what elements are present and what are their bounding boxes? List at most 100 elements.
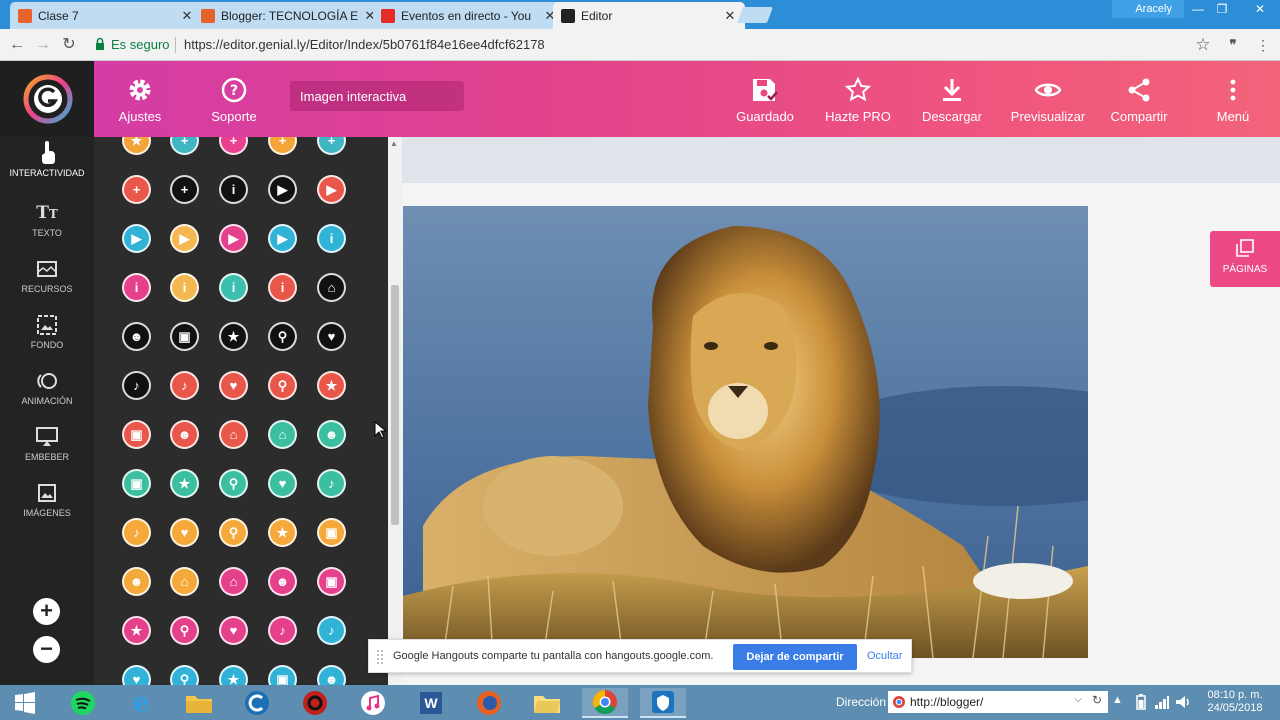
icon-option-info[interactable]: i <box>317 224 346 253</box>
icon-option-people[interactable]: ☻ <box>268 567 297 596</box>
preview-button[interactable]: Previsualizar <box>1003 75 1093 124</box>
drag-handle-icon[interactable] <box>377 650 383 664</box>
hide-notice-link[interactable]: Ocultar <box>867 650 902 662</box>
icon-option-home[interactable]: ⌂ <box>170 567 199 596</box>
icon-option-search[interactable]: ⚲ <box>170 665 199 685</box>
sidebar-item-imagenes[interactable]: IMÁGENES <box>0 481 94 518</box>
sidebar-item-fondo[interactable]: FONDO <box>0 313 94 350</box>
icon-option-info[interactable]: i <box>219 175 248 204</box>
icon-option-plus[interactable]: + <box>122 175 151 204</box>
taskbar-firefox[interactable] <box>466 688 512 718</box>
icon-option-plus[interactable]: + <box>219 137 248 155</box>
icon-option-plus[interactable]: + <box>317 137 346 155</box>
icon-option-people[interactable]: ☻ <box>317 420 346 449</box>
icon-option-image[interactable]: ▣ <box>122 469 151 498</box>
stop-sharing-button[interactable]: Dejar de compartir <box>733 644 857 670</box>
icon-option-image[interactable]: ▣ <box>122 420 151 449</box>
icon-option-image[interactable]: ▣ <box>268 665 297 685</box>
icon-option-home[interactable]: ⌂ <box>268 420 297 449</box>
taskbar-app-c[interactable] <box>234 688 280 718</box>
icon-option-home[interactable]: ⌂ <box>317 273 346 302</box>
icon-option-plus[interactable]: + <box>170 175 199 204</box>
icon-option-plus[interactable]: + <box>170 137 199 155</box>
back-icon[interactable]: ← <box>6 34 28 56</box>
icon-option-star[interactable]: ★ <box>122 616 151 645</box>
tab-close-icon[interactable]: ✕ <box>723 8 737 24</box>
settings-button[interactable]: Ajustes <box>95 75 185 124</box>
scrollbar-thumb[interactable] <box>391 285 399 525</box>
sidebar-item-embeber[interactable]: EMBEBER <box>0 425 94 462</box>
taskbar-spotify[interactable] <box>60 688 106 718</box>
icon-option-star[interactable]: ★ <box>122 137 151 155</box>
sidebar-item-animacion[interactable]: ANIMACIÓN <box>0 369 94 406</box>
icon-option-sound[interactable]: ♪ <box>170 371 199 400</box>
taskbar-chrome[interactable] <box>582 688 628 718</box>
taskbar-app-blue[interactable] <box>640 688 686 718</box>
volume-icon[interactable] <box>1175 694 1191 710</box>
chrome-menu-icon[interactable]: ⋮ <box>1252 34 1274 56</box>
taskbar-folder-2[interactable] <box>524 688 570 718</box>
taskbar-app-red[interactable] <box>292 688 338 718</box>
address-toolbar-input[interactable]: http://blogger/ ⌵ ↻ <box>888 691 1108 713</box>
slide-image-lion[interactable] <box>403 206 1088 658</box>
taskbar-file-explorer[interactable] <box>176 688 222 718</box>
icon-option-search[interactable]: ⚲ <box>268 371 297 400</box>
scroll-up-icon[interactable]: ▲ <box>390 139 398 148</box>
icon-option-info[interactable]: i <box>170 273 199 302</box>
pages-button[interactable]: PÁGINAS <box>1210 231 1280 287</box>
icon-option-people[interactable]: ☻ <box>122 567 151 596</box>
pro-button[interactable]: Hazte PRO <box>813 75 903 124</box>
icon-option-plus[interactable]: + <box>268 137 297 155</box>
icon-option-star[interactable]: ★ <box>268 518 297 547</box>
browser-tab[interactable]: Blogger: TECNOLOGÍA E ✕ <box>193 2 385 29</box>
icon-option-search[interactable]: ⚲ <box>219 518 248 547</box>
icon-option-heart[interactable]: ♥ <box>122 665 151 685</box>
icon-option-play[interactable]: ▶ <box>170 224 199 253</box>
icon-option-home[interactable]: ⌂ <box>219 567 248 596</box>
tray-expand-icon[interactable]: ▲ <box>1112 694 1123 706</box>
refresh-icon[interactable]: ↻ <box>1092 693 1102 707</box>
icon-option-info[interactable]: i <box>268 273 297 302</box>
url-input[interactable]: https://editor.genial.ly/Editor/Index/5b… <box>184 37 545 52</box>
icon-option-info[interactable]: i <box>122 273 151 302</box>
maximize-button[interactable]: ❐ <box>1208 0 1236 18</box>
download-button[interactable]: Descargar <box>907 75 997 124</box>
icon-option-people[interactable]: ☻ <box>122 322 151 351</box>
tab-close-icon[interactable]: ✕ <box>180 8 194 24</box>
sidebar-item-recursos[interactable]: RECURSOS <box>0 257 94 294</box>
dropdown-icon[interactable]: ⌵ <box>1074 694 1082 705</box>
icon-option-sound[interactable]: ♪ <box>122 518 151 547</box>
icon-option-search[interactable]: ⚲ <box>268 322 297 351</box>
forward-icon[interactable]: → <box>32 34 54 56</box>
signal-icon[interactable] <box>1154 694 1170 710</box>
browser-tab[interactable]: Editor ✕ <box>553 2 745 29</box>
icon-option-heart[interactable]: ♥ <box>219 616 248 645</box>
menu-button[interactable]: Menú <box>1188 75 1278 124</box>
support-button[interactable]: ? Soporte <box>189 75 279 124</box>
mode-title[interactable]: Imagen interactiva <box>290 81 464 111</box>
browser-tab[interactable]: Clase 7 ✕ <box>10 2 202 29</box>
panel-scrollbar[interactable]: ▲ <box>388 137 402 685</box>
icon-option-star[interactable]: ★ <box>170 469 199 498</box>
sidebar-item-texto[interactable]: TT TEXTO <box>0 201 94 238</box>
battery-icon[interactable] <box>1134 694 1148 710</box>
taskbar-word[interactable]: W <box>408 688 454 718</box>
profile-button[interactable]: Aracely <box>1112 0 1184 18</box>
icon-option-sound[interactable]: ♪ <box>317 469 346 498</box>
icon-option-heart[interactable]: ♥ <box>268 469 297 498</box>
icon-option-sound[interactable]: ♪ <box>122 371 151 400</box>
extension-icon[interactable]: ❞ <box>1222 34 1244 56</box>
icon-option-heart[interactable]: ♥ <box>170 518 199 547</box>
sidebar-item-interactividad[interactable]: INTERACTIVIDAD <box>0 141 94 178</box>
icon-option-heart[interactable]: ♥ <box>317 322 346 351</box>
system-clock[interactable]: 08:10 p. m. 24/05/2018 <box>1200 689 1270 715</box>
icon-option-sound[interactable]: ♪ <box>317 616 346 645</box>
start-button[interactable] <box>2 688 48 718</box>
zoom-in-button[interactable]: + <box>33 598 60 625</box>
icon-option-people[interactable]: ☻ <box>170 420 199 449</box>
zoom-out-button[interactable]: − <box>33 636 60 663</box>
icon-option-play[interactable]: ▶ <box>268 175 297 204</box>
icon-option-play[interactable]: ▶ <box>122 224 151 253</box>
icon-option-star[interactable]: ★ <box>219 665 248 685</box>
icon-option-sound[interactable]: ♪ <box>268 616 297 645</box>
